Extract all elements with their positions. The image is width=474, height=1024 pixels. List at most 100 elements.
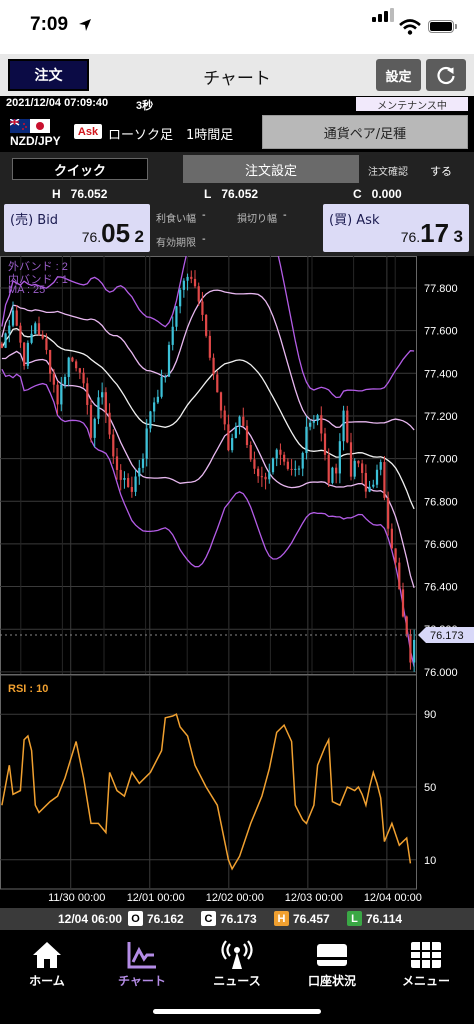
timeframe-label[interactable]: 1時間足: [186, 124, 233, 143]
candle-body: [387, 497, 390, 529]
candle-body: [398, 562, 401, 590]
candle-body: [227, 424, 230, 451]
session-change: C 0.000: [353, 187, 402, 201]
candle-body: [0, 343, 3, 348]
location-arrow-icon: [79, 19, 91, 31]
refresh-icon: [437, 66, 455, 85]
candle-body: [323, 433, 327, 455]
time-tick-label: 12/04 00:00: [364, 892, 422, 904]
candle-body: [201, 301, 204, 315]
candle-body: [390, 528, 393, 549]
tab-news[interactable]: ニュース: [190, 936, 284, 988]
price-tick-label: 76.600: [424, 539, 458, 551]
candle-body: [275, 449, 278, 459]
candle-body: [245, 425, 249, 446]
candle-body: [4, 333, 7, 348]
candle-body: [108, 412, 111, 435]
lower-outer-band: [1, 368, 415, 667]
order-settings-button[interactable]: 注文設定: [183, 155, 359, 183]
pair-name: NZD/JPY: [10, 134, 61, 148]
candle-body: [219, 392, 223, 411]
candle-body: [316, 415, 319, 422]
candle-body: [364, 473, 367, 492]
price-chart[interactable]: 77.800 77.600 77.400 77.200 77.000 76.800 76.6…: [0, 256, 474, 908]
candle-body: [286, 461, 289, 469]
stop-loss-label: 損切り幅: [237, 214, 277, 225]
candle-body: [216, 374, 219, 393]
order-confirm-label: 注文確認: [368, 167, 408, 178]
order-button[interactable]: 注文: [8, 59, 89, 91]
tab-menu[interactable]: メニュー: [379, 936, 473, 988]
expiry-value[interactable]: -: [202, 234, 206, 245]
candle-body: [11, 310, 15, 326]
news-icon: [221, 940, 253, 969]
ma-label: MA : 25: [8, 284, 46, 296]
candle-body: [30, 333, 33, 343]
chart-type-label[interactable]: ローソク足: [108, 124, 173, 143]
candle-body: [405, 616, 408, 635]
candle-body: [156, 396, 159, 403]
bid-price-button[interactable]: (売) Bid 76.05 2: [4, 204, 150, 252]
candle-body: [242, 416, 245, 426]
candle-body: [153, 402, 156, 412]
open-badge: O: [128, 911, 143, 926]
order-confirm-toggle[interactable]: する: [430, 163, 452, 179]
tab-account[interactable]: 口座状況: [285, 936, 379, 988]
tab-home[interactable]: ホーム: [0, 936, 94, 988]
candle-body: [37, 323, 41, 335]
time-tick-label: 12/01 00:00: [127, 892, 185, 904]
ask-price-button[interactable]: (買) Ask 76.17 3: [323, 204, 469, 252]
close-value: 76.173: [220, 912, 257, 926]
candle-body: [264, 476, 267, 480]
chart-area[interactable]: 77.800 77.600 77.400 77.200 77.000 76.800 76.6…: [0, 256, 474, 908]
session-high: H 76.052: [52, 187, 108, 201]
menu-icon: [411, 942, 441, 968]
candle-body: [89, 404, 93, 438]
price-tick-label: 77.000: [424, 454, 458, 466]
candle-body: [208, 335, 211, 358]
quick-order-button[interactable]: クイック: [12, 158, 148, 180]
rsi-tick-label: 90: [424, 709, 436, 721]
price-tick-label: 77.200: [424, 411, 458, 423]
candle-body: [145, 428, 148, 459]
settings-button[interactable]: 設定: [376, 59, 421, 91]
status-bar: 7:09: [0, 0, 474, 54]
current-datetime: 2021/12/04 07:09:40: [6, 97, 109, 109]
tab-menu-label: メニュー: [401, 974, 450, 988]
take-profit-label: 利食い幅: [156, 214, 196, 225]
candle-body: [338, 441, 341, 474]
stop-loss-value[interactable]: -: [283, 210, 287, 221]
info-bar: 2021/12/04 07:09:40 3秒 メンテナンス中: [0, 96, 474, 112]
candle-body: [368, 486, 371, 492]
refresh-button[interactable]: [426, 59, 466, 91]
candle-body: [82, 372, 85, 384]
candle-body: [115, 456, 119, 470]
rsi-label: RSI : 10: [8, 683, 49, 695]
tab-chart[interactable]: チャート: [95, 936, 189, 988]
candle-body: [305, 426, 308, 453]
candle-body: [41, 334, 44, 339]
candle-body: [186, 276, 189, 281]
time-tick-label: 12/02 00:00: [206, 892, 264, 904]
candle-body: [257, 468, 260, 477]
maintenance-badge: メンテナンス中: [356, 97, 468, 112]
candle-body: [193, 278, 197, 287]
moving-average-line: [1, 327, 415, 510]
time-tick-label: 11/30 00:00: [48, 892, 105, 904]
upper-inner-band: [1, 289, 415, 431]
candle-body: [49, 349, 52, 374]
candle-body: [342, 410, 345, 442]
page-title: チャート: [203, 69, 271, 89]
pair-select-button[interactable]: 通貨ペア/足種: [262, 115, 468, 149]
pair-row: NZD/JPY Ask ローソク足 1時間足 通貨ペア/足種: [0, 112, 474, 152]
candle-body: [175, 306, 178, 327]
rsi-line: [1, 713, 412, 871]
low-value: 76.114: [366, 912, 403, 926]
high-value: 76.457: [293, 912, 330, 926]
candle-body: [279, 449, 282, 455]
candle-body: [205, 314, 208, 336]
take-profit-value[interactable]: -: [202, 210, 206, 221]
battery-icon: [428, 20, 454, 33]
ask-badge[interactable]: Ask: [74, 124, 102, 139]
candle-body: [23, 342, 26, 366]
